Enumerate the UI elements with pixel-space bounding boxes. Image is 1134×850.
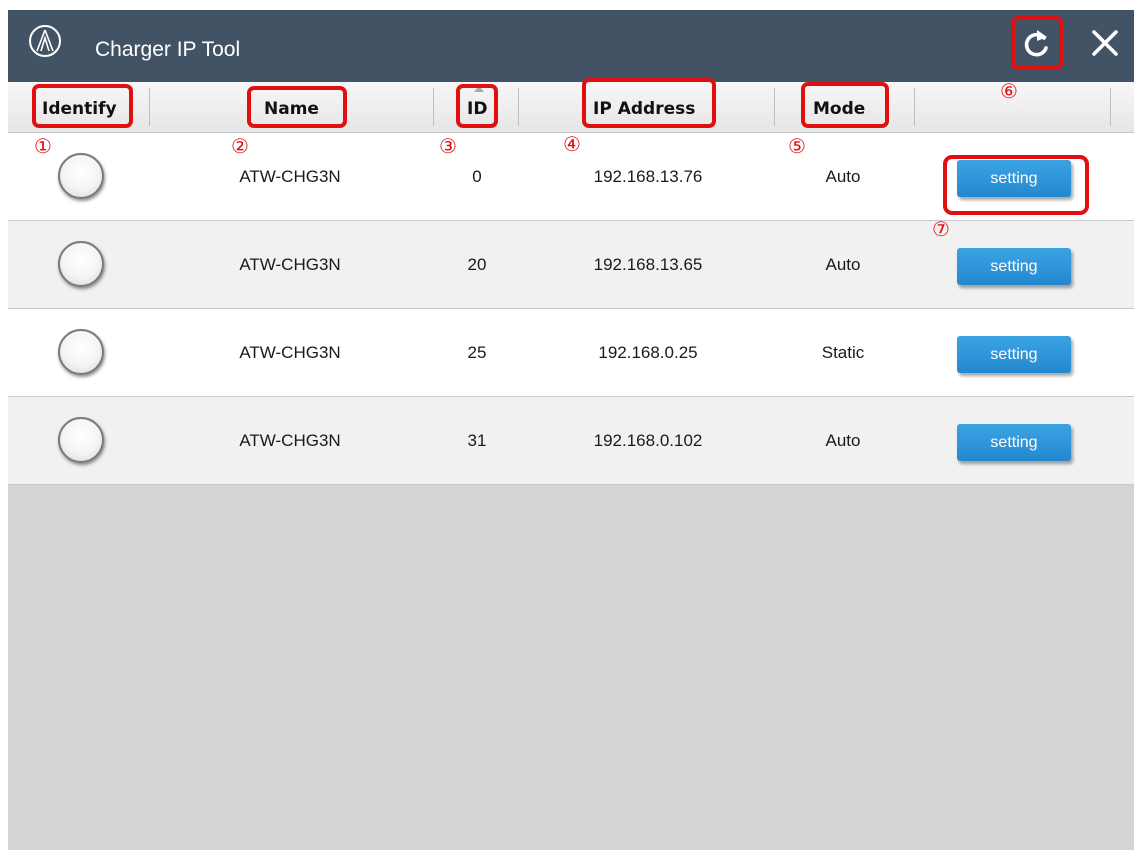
- column-divider: [1110, 88, 1111, 126]
- setting-button[interactable]: setting: [957, 424, 1071, 461]
- setting-button[interactable]: setting: [957, 336, 1071, 373]
- ip-cell: 192.168.0.25: [598, 343, 698, 362]
- column-divider: [149, 88, 150, 126]
- identify-button[interactable]: [58, 417, 104, 463]
- identify-button[interactable]: [58, 241, 104, 287]
- column-divider: [774, 88, 775, 126]
- column-divider: [914, 88, 915, 126]
- window-title: Charger IP Tool: [95, 38, 241, 61]
- id-cell: 31: [467, 431, 487, 450]
- table-row[interactable]: ATW-CHG3N 25 192.168.0.25 Static setting: [8, 309, 1134, 397]
- table-row[interactable]: ATW-CHG3N 20 192.168.13.65 Auto setting: [8, 221, 1134, 309]
- column-divider: [518, 88, 519, 126]
- callout-5: ⑤: [788, 134, 806, 158]
- callout-7: ⑦: [932, 217, 950, 241]
- callout-4: ④: [563, 132, 581, 156]
- identify-button[interactable]: [58, 153, 104, 199]
- close-button[interactable]: [1084, 22, 1126, 64]
- setting-button[interactable]: setting: [957, 248, 1071, 285]
- mode-cell: Static: [821, 343, 865, 362]
- name-cell: ATW-CHG3N: [239, 255, 341, 274]
- callout-3: ③: [439, 134, 457, 158]
- highlight-identify: [32, 84, 133, 128]
- table-header: Identify Name ID IP Address Mode: [8, 82, 1134, 133]
- highlight-id: [456, 84, 498, 128]
- column-divider: [433, 88, 434, 126]
- close-icon: [1092, 30, 1118, 56]
- id-cell: 25: [467, 343, 487, 362]
- mode-cell: Auto: [825, 431, 861, 450]
- callout-2: ②: [231, 134, 249, 158]
- id-cell: 0: [472, 167, 482, 186]
- ip-cell: 192.168.0.102: [593, 431, 703, 450]
- highlight-ip-address: [582, 78, 716, 128]
- mode-cell: Auto: [825, 167, 861, 186]
- highlight-mode: [801, 82, 889, 128]
- table-row[interactable]: ATW-CHG3N 31 192.168.0.102 Auto setting: [8, 397, 1134, 485]
- ip-cell: 192.168.13.65: [593, 255, 703, 274]
- mode-cell: Auto: [825, 255, 861, 274]
- id-cell: 20: [467, 255, 487, 274]
- highlight-setting: [943, 155, 1089, 215]
- refresh-icon: [1024, 30, 1048, 57]
- refresh-button[interactable]: [1011, 16, 1063, 70]
- name-cell: ATW-CHG3N: [239, 167, 341, 186]
- app-window: Charger IP Tool Identify Name ID IP Addr…: [8, 10, 1134, 850]
- highlight-name: [247, 86, 347, 128]
- callout-6: ⑥: [1000, 79, 1018, 103]
- title-bar: Charger IP Tool: [8, 10, 1134, 82]
- callout-1: ①: [34, 134, 52, 158]
- name-cell: ATW-CHG3N: [239, 431, 341, 450]
- name-cell: ATW-CHG3N: [239, 343, 341, 362]
- ip-cell: 192.168.13.76: [593, 167, 703, 186]
- audio-technica-logo-icon: [29, 25, 61, 57]
- identify-button[interactable]: [58, 329, 104, 375]
